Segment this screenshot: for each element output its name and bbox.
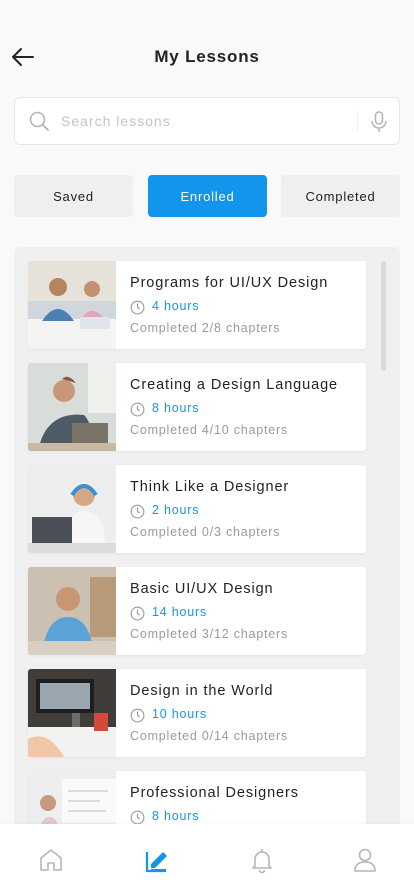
lesson-progress: Completed 3/12 chapters	[130, 627, 289, 641]
profile-icon	[354, 848, 376, 872]
lesson-title: Design in the World	[130, 683, 274, 699]
lesson-duration: 4 hours	[152, 299, 200, 313]
clock-icon	[130, 300, 145, 315]
scrollbar[interactable]	[381, 261, 386, 371]
clock-icon	[130, 402, 145, 417]
bottom-nav	[0, 824, 414, 896]
lesson-duration: 8 hours	[152, 809, 200, 823]
nav-profile[interactable]	[351, 846, 379, 874]
clock-icon	[130, 708, 145, 723]
nav-lessons[interactable]	[144, 846, 172, 874]
lesson-list[interactable]: Programs for UI/UX Design 4 hours Comple…	[14, 247, 400, 827]
lesson-title: Programs for UI/UX Design	[130, 275, 329, 291]
lesson-title: Think Like a Designer	[130, 479, 290, 495]
tab-completed[interactable]: Completed	[281, 175, 400, 217]
lesson-card[interactable]: Creating a Design Language 8 hours Compl…	[28, 363, 366, 451]
nav-notifications[interactable]	[248, 846, 276, 874]
clock-icon	[130, 504, 145, 519]
clock-icon	[130, 606, 145, 621]
lesson-title: Basic UI/UX Design	[130, 581, 274, 597]
lesson-duration: 14 hours	[152, 605, 208, 619]
lesson-card[interactable]: Professional Designers 8 hours	[28, 771, 366, 827]
lesson-thumbnail	[28, 261, 116, 349]
bell-icon	[252, 849, 272, 874]
lesson-card[interactable]: Design in the World 10 hours Completed 0…	[28, 669, 366, 757]
lesson-thumbnail	[28, 465, 116, 553]
lesson-progress: Completed 0/3 chapters	[130, 525, 281, 539]
nav-home[interactable]	[37, 846, 65, 874]
page-title: My Lessons	[154, 47, 260, 66]
microphone-icon[interactable]	[370, 111, 388, 133]
lesson-thumbnail	[28, 363, 116, 451]
lesson-filter-tabs: Saved Enrolled Completed	[14, 175, 400, 217]
lesson-thumbnail	[28, 567, 116, 655]
tab-enrolled[interactable]: Enrolled	[148, 175, 267, 217]
search-icon	[29, 111, 49, 131]
lesson-duration: 2 hours	[152, 503, 200, 517]
header: My Lessons	[0, 0, 414, 100]
lesson-progress: Completed 0/14 chapters	[130, 729, 289, 743]
lessons-icon	[145, 852, 167, 873]
search-input[interactable]	[61, 106, 351, 136]
clock-icon	[130, 810, 145, 825]
lesson-card[interactable]: Programs for UI/UX Design 4 hours Comple…	[28, 261, 366, 349]
lesson-card[interactable]: Think Like a Designer 2 hours Completed …	[28, 465, 366, 553]
lesson-title: Professional Designers	[130, 785, 299, 801]
lesson-title: Creating a Design Language	[130, 377, 339, 393]
home-icon	[40, 849, 62, 871]
tab-saved[interactable]: Saved	[14, 175, 133, 217]
lesson-thumbnail	[28, 771, 116, 827]
lesson-card[interactable]: Basic UI/UX Design 14 hours Completed 3/…	[28, 567, 366, 655]
lesson-duration: 8 hours	[152, 401, 200, 415]
lesson-thumbnail	[28, 669, 116, 757]
lesson-duration: 10 hours	[152, 707, 208, 721]
search-bar[interactable]	[14, 97, 400, 145]
search-divider	[357, 111, 358, 131]
lesson-progress: Completed 4/10 chapters	[130, 423, 289, 437]
lesson-progress: Completed 2/8 chapters	[130, 321, 281, 335]
